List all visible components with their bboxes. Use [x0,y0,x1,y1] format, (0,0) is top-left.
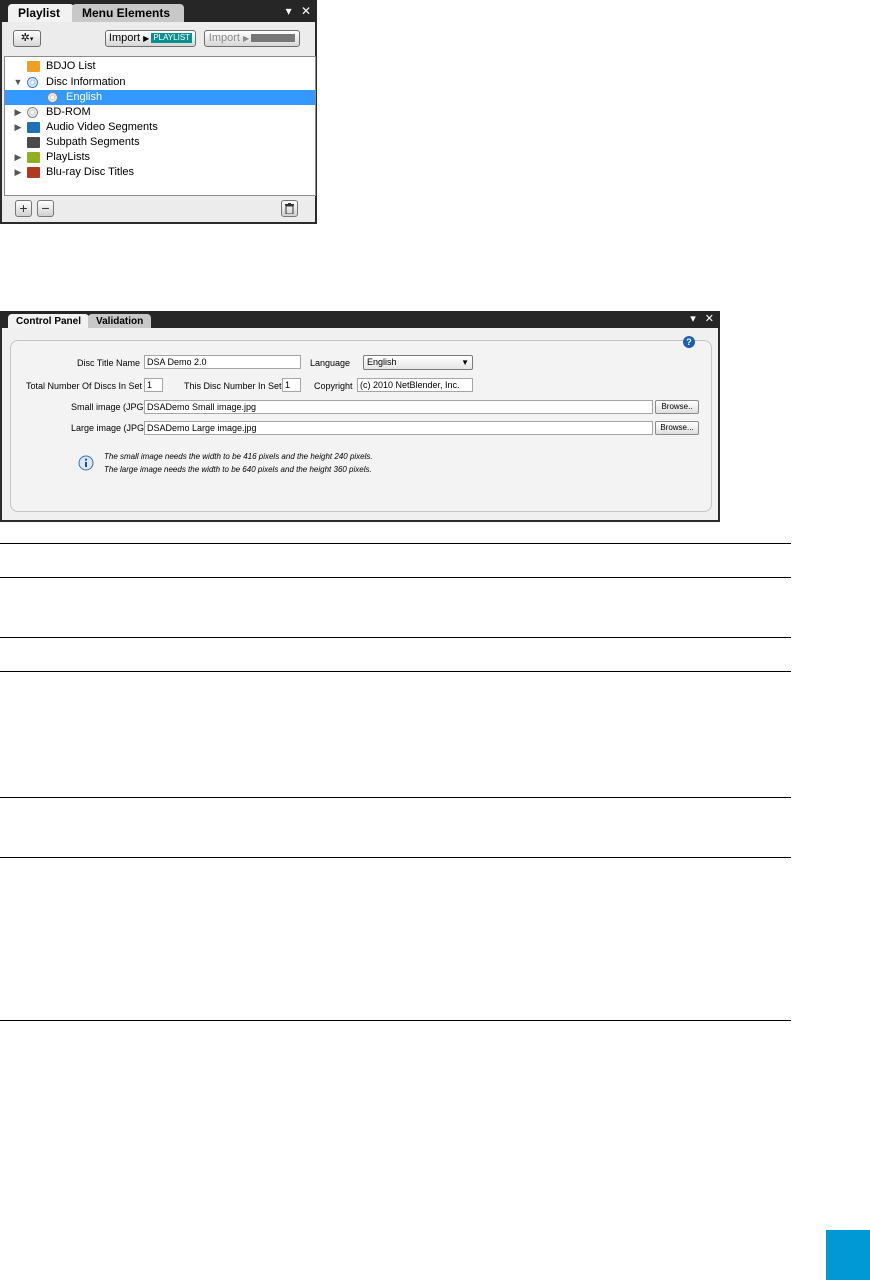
tree-item-label: Disc Information [46,76,126,88]
chevron-down-icon: ▼ [461,358,469,367]
close-icon[interactable]: ✕ [705,312,714,325]
window-controls: ▾ ✕ [684,312,714,325]
playlist-badge: PLAYLIST [151,33,193,44]
playlist-panel: Playlist Menu Elements ▾ ✕ ✲▾ Import ▶ PL… [0,0,317,224]
help-icon[interactable]: ? [683,336,695,348]
large-image-label: Large image (JPG) [71,423,148,433]
folder-icon [27,122,40,133]
folder-icon [27,167,40,178]
play-arrow-icon: ▶ [143,34,150,43]
copyright-label: Copyright [314,381,353,391]
tree-item[interactable]: ▶ PlayLists [5,150,315,165]
panel-menu-icon[interactable]: ▾ [286,4,292,18]
tree-item[interactable]: BDJO List [5,59,315,74]
tree-item-label: Audio Video Segments [46,121,158,133]
project-tree[interactable]: BDJO List ▼ Disc Information English ▶ BD-ROM… [4,56,316,196]
folder-icon [27,137,40,148]
chevron-down-icon: ▾ [29,36,34,43]
large-image-browse-button[interactable]: Browse... [655,421,699,435]
tree-item[interactable]: ▶ Blu-ray Disc Titles [5,165,315,180]
table-rule [0,577,791,578]
add-button[interactable]: + [15,200,32,217]
small-image-browse-button[interactable]: Browse.. [655,400,699,414]
tree-item-label: English [66,91,103,103]
small-image-label: Small image (JPG) [71,402,147,412]
table-rule [0,797,791,798]
disc-title-name-label: Disc Title Name [77,358,141,368]
tab-playlist[interactable]: Playlist [8,4,75,22]
panel-menu-icon[interactable]: ▾ [690,312,696,325]
info-line-2: The large image needs the width to be 64… [104,465,372,474]
trash-button[interactable] [281,200,298,217]
language-label: Language [310,358,351,368]
table-rule [0,671,791,672]
tree-item[interactable]: ▼ Disc Information [5,75,315,90]
close-icon[interactable]: ✕ [301,4,311,18]
disc-icon [47,92,58,103]
this-disc-label: This Disc Number In Set [184,381,282,391]
info-line-1: The small image needs the width to be 41… [104,452,373,461]
total-discs-label: Total Number Of Discs In Set [26,381,143,391]
disabled-badge [251,34,296,43]
tree-item-label: BD-ROM [46,106,91,118]
expand-arrow-icon[interactable]: ▶ [13,105,23,120]
table-rule [0,637,791,638]
table-rule [0,1020,791,1021]
playlist-body: ✲▾ Import ▶ PLAYLIST Import ▶ BDJO List ▼ D… [2,22,316,222]
tree-item[interactable]: Subpath Segments [5,135,315,150]
trash-icon [285,203,294,215]
import-playlist-button[interactable]: Import ▶ PLAYLIST [105,30,196,47]
tab-menu-elements[interactable]: Menu Elements [72,4,185,22]
tab-validation[interactable]: Validation [88,314,152,329]
tree-item-label: Blu-ray Disc Titles [46,166,135,178]
remove-button[interactable]: − [37,200,54,217]
playlist-tabbar: Playlist Menu Elements ▾ ✕ [0,0,317,22]
control-panel: Control Panel Validation ▾ ✕ [0,311,720,522]
import-label: Import [108,32,141,44]
control-panel-tabbar: Control Panel Validation ▾ ✕ [0,311,720,329]
disc-icon [27,107,38,118]
copyright-input[interactable]: (c) 2010 NetBlender, Inc. [357,378,473,392]
import-disabled-button[interactable]: Import ▶ [204,30,300,47]
info-icon [78,455,94,471]
settings-dropdown-button[interactable]: ✲▾ [13,30,41,47]
import-label: Import [208,32,240,44]
tree-item-label: BDJO List [46,60,96,72]
tree-item-label: Subpath Segments [46,136,140,148]
table-rule [0,857,791,858]
play-arrow-icon: ▶ [243,34,250,43]
expand-arrow-icon[interactable]: ▶ [13,120,23,135]
language-select[interactable]: English ▼ [363,355,473,370]
magnifier-icon [27,77,38,88]
tree-item-label: PlayLists [46,151,91,163]
image-size-info: The small image needs the width to be 41… [67,446,699,484]
folder-icon [27,61,40,72]
this-disc-input[interactable]: 1 [282,378,301,392]
folder-icon [27,152,40,163]
expand-arrow-icon[interactable]: ▶ [13,150,23,165]
tree-item[interactable]: English [5,90,315,105]
window-controls: ▾ ✕ [280,4,311,18]
tree-item[interactable]: ▶ BD-ROM [5,105,315,120]
collapse-arrow-icon[interactable]: ▼ [13,75,23,90]
table-rule [0,543,791,544]
tab-control-panel[interactable]: Control Panel [8,314,90,329]
expand-arrow-icon[interactable]: ▶ [13,165,23,180]
tree-item[interactable]: ▶ Audio Video Segments [5,120,315,135]
small-image-input[interactable]: DSADemo Small image.jpg [144,400,653,414]
page-corner-tab [826,1230,870,1280]
large-image-input[interactable]: DSADemo Large image.jpg [144,421,653,435]
total-discs-input[interactable]: 1 [144,378,163,392]
disc-title-name-input[interactable]: DSA Demo 2.0 [144,355,301,369]
language-value: English [367,357,397,367]
gear-icon: ✲ [20,32,30,44]
